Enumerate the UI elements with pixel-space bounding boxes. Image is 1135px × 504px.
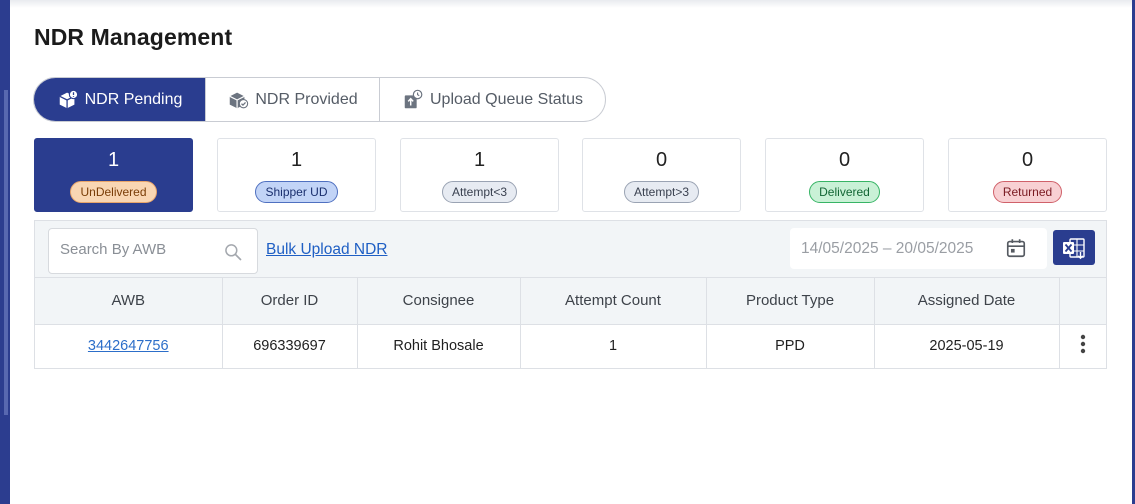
- column-header-consignee: Consignee: [357, 278, 521, 325]
- tab-label: Upload Queue Status: [430, 90, 583, 108]
- bulk-upload-ndr-link[interactable]: Bulk Upload NDR: [266, 241, 387, 259]
- calendar-icon[interactable]: [1005, 237, 1027, 259]
- cell-order-id: 696339697: [222, 324, 358, 368]
- page-title: NDR Management: [34, 24, 233, 50]
- date-range-value: 14/05/2025 – 20/05/2025: [801, 240, 974, 257]
- status-badge: Shipper UD: [255, 181, 338, 203]
- search-input[interactable]: [60, 241, 210, 258]
- status-count: 1: [107, 149, 120, 171]
- side-nav-highlight: [4, 90, 8, 415]
- cell-attempt-count: 1: [520, 324, 707, 368]
- status-count: 0: [1021, 149, 1034, 171]
- header-shadow: [10, 0, 1132, 8]
- search-box: [48, 228, 258, 274]
- status-count: 0: [655, 149, 668, 171]
- tab-label: NDR Pending: [84, 90, 183, 108]
- status-badge: Attempt>3: [623, 181, 700, 203]
- date-range-picker[interactable]: 14/05/2025 – 20/05/2025: [790, 228, 1047, 269]
- ndr-table: AWB Order ID Consignee Attempt Count Pro…: [35, 278, 1106, 368]
- more-options-icon[interactable]: [1073, 333, 1093, 355]
- table-toolbar: Bulk Upload NDR 14/05/2025 – 20/05/2025: [35, 221, 1106, 278]
- cell-product-type: PPD: [706, 324, 875, 368]
- ndr-table-panel: Bulk Upload NDR 14/05/2025 – 20/05/2025: [34, 220, 1107, 369]
- column-header-awb: AWB: [35, 278, 223, 325]
- export-excel-button[interactable]: [1053, 230, 1095, 265]
- box-check-icon: [229, 92, 249, 108]
- table-row: 3442647756 696339697 Rohit Bhosale 1 PPD…: [35, 324, 1106, 368]
- tab-ndr-provided[interactable]: NDR Provided: [206, 78, 380, 121]
- excel-export-icon: [1063, 237, 1085, 259]
- status-count: 0: [838, 149, 851, 171]
- awb-link[interactable]: 3442647756: [88, 338, 169, 354]
- column-header-actions: [1059, 278, 1106, 325]
- status-card-shipper-ud[interactable]: 1 Shipper UD: [217, 138, 376, 212]
- table-header-row: AWB Order ID Consignee Attempt Count Pro…: [35, 278, 1106, 325]
- status-count: 1: [290, 149, 303, 171]
- search-icon[interactable]: [223, 242, 243, 262]
- status-cards: 1 UnDelivered 1 Shipper UD 1 Attempt<3 0…: [34, 138, 1107, 212]
- box-alert-icon: [59, 89, 78, 108]
- status-card-returned[interactable]: 0 Returned: [948, 138, 1107, 212]
- cell-consignee: Rohit Bhosale: [357, 324, 521, 368]
- status-card-undelivered[interactable]: 1 UnDelivered: [34, 138, 193, 212]
- tab-upload-queue-status[interactable]: Upload Queue Status: [380, 78, 605, 121]
- status-badge: Delivered: [809, 181, 880, 203]
- upload-clock-icon: [404, 89, 423, 108]
- status-count: 1: [473, 149, 486, 171]
- cell-actions: [1059, 324, 1106, 368]
- cell-assigned-date: 2025-05-19: [874, 324, 1060, 368]
- tab-ndr-pending[interactable]: NDR Pending: [34, 78, 206, 121]
- side-nav-strip: [0, 0, 10, 504]
- ndr-tabs: NDR Pending NDR Provided Upload Queue St…: [33, 77, 606, 122]
- status-badge: UnDelivered: [70, 181, 157, 203]
- column-header-product-type: Product Type: [706, 278, 875, 325]
- status-badge: Attempt<3: [441, 181, 518, 203]
- status-card-attempt-gt-3[interactable]: 0 Attempt>3: [582, 138, 741, 212]
- status-card-attempt-lt-3[interactable]: 1 Attempt<3: [400, 138, 559, 212]
- status-card-delivered[interactable]: 0 Delivered: [765, 138, 924, 212]
- tab-label: NDR Provided: [255, 90, 358, 108]
- column-header-order-id: Order ID: [222, 278, 358, 325]
- column-header-attempt-count: Attempt Count: [520, 278, 707, 325]
- column-header-assigned-date: Assigned Date: [874, 278, 1060, 325]
- cell-awb: 3442647756: [35, 324, 223, 368]
- status-badge: Returned: [992, 181, 1063, 203]
